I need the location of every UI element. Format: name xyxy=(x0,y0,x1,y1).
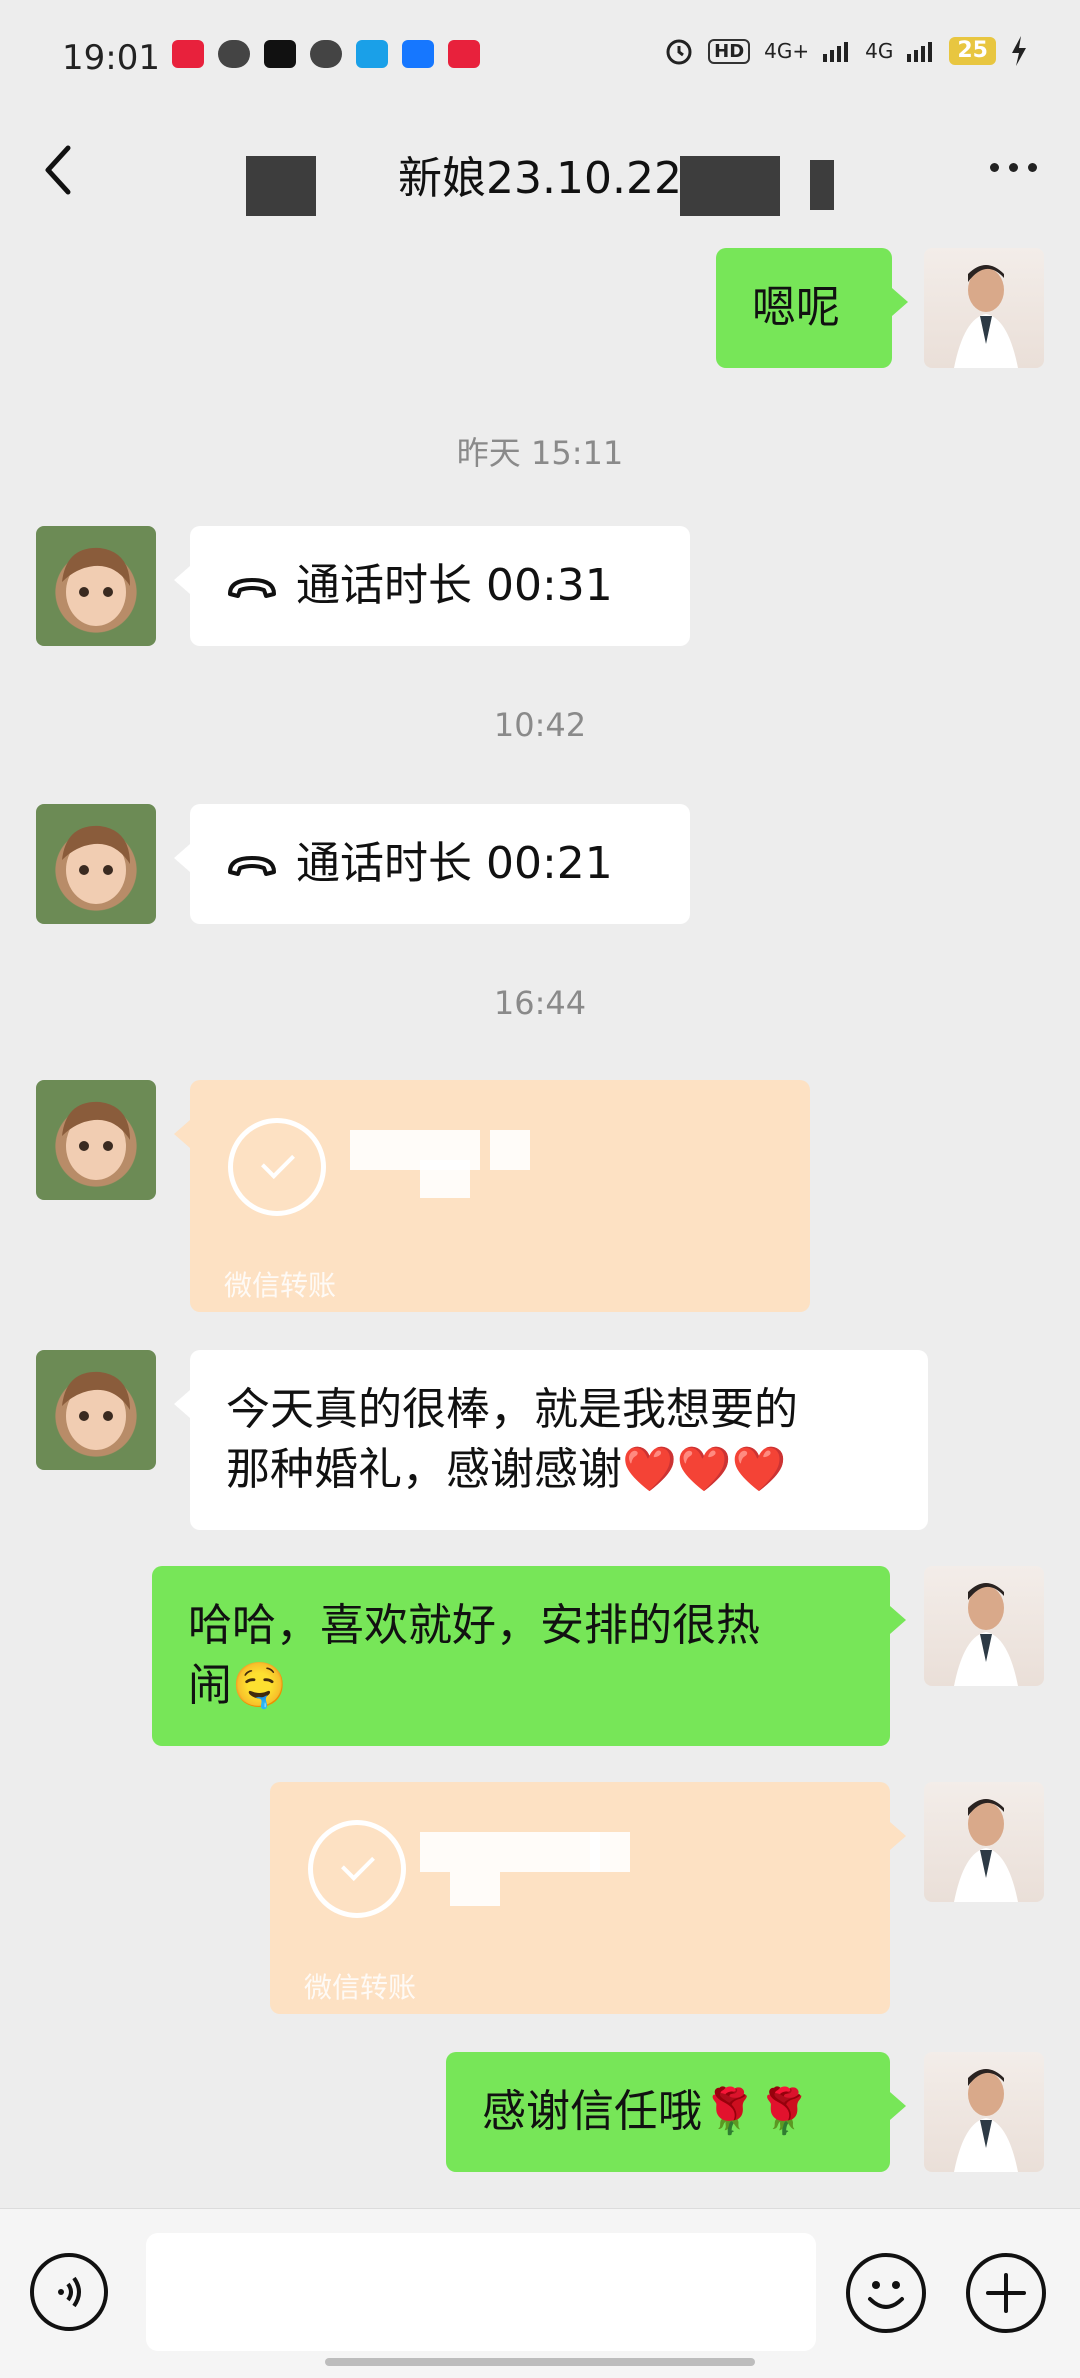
contact-avatar[interactable] xyxy=(36,804,156,924)
home-indicator[interactable] xyxy=(325,2358,755,2366)
redaction-block xyxy=(590,1832,630,1872)
redaction-block xyxy=(490,1130,530,1170)
message-text-line: 闹🤤 xyxy=(188,1660,287,1711)
contact-avatar[interactable] xyxy=(36,526,156,646)
redaction-block xyxy=(680,156,780,216)
transfer-check-icon xyxy=(308,1820,406,1918)
send-icon xyxy=(356,40,388,68)
person-photo-icon xyxy=(954,1799,1018,1902)
transfer-label: 微信转账 xyxy=(224,1269,337,1302)
network-label-1: 4G+ xyxy=(764,39,810,63)
more-icon[interactable] xyxy=(986,152,1040,182)
call-bubble[interactable]: 通话时长 00:31 xyxy=(174,526,690,646)
my-avatar[interactable] xyxy=(924,248,1044,368)
timestamp: 16:44 xyxy=(493,984,587,1022)
transfer-check-icon xyxy=(228,1118,326,1216)
redaction-block xyxy=(420,1832,600,1872)
plus-icon[interactable] xyxy=(966,2253,1046,2333)
chat-header: 新娘23.10.22 xyxy=(0,112,1080,242)
message-text: 嗯呢 xyxy=(752,282,840,333)
input-bar xyxy=(0,2208,1080,2378)
redaction-block xyxy=(420,1160,470,1198)
shopping-icon xyxy=(448,40,480,68)
child-photo-icon xyxy=(62,547,130,626)
notification-icons xyxy=(172,40,480,68)
contact-avatar[interactable] xyxy=(36,1080,156,1200)
phone-hangup-icon xyxy=(228,856,276,876)
person-photo-icon xyxy=(954,265,1018,368)
my-avatar[interactable] xyxy=(924,1782,1044,1902)
alarm-icon xyxy=(666,39,692,65)
hd-badge: HD xyxy=(708,38,751,64)
transfer-label: 微信转账 xyxy=(304,1971,417,2004)
message-text-line: 那种婚礼，感谢感谢❤️❤️❤️ xyxy=(226,1444,787,1495)
emoji-icon[interactable] xyxy=(846,2253,926,2333)
network-label-2: 4G xyxy=(865,39,894,63)
back-arrow-icon[interactable] xyxy=(38,140,78,200)
voice-icon[interactable] xyxy=(30,2253,108,2331)
transfer-card[interactable]: 微信转账 xyxy=(270,1782,906,2014)
child-photo-icon xyxy=(62,825,130,904)
phone-hangup-icon xyxy=(228,578,276,598)
message-text-line: 今天真的很棒，就是我想要的 xyxy=(226,1384,798,1435)
message-bubble[interactable]: 今天真的很棒，就是我想要的 那种婚礼，感谢感谢❤️❤️❤️ xyxy=(174,1350,928,1530)
call-duration-text: 通话时长 00:31 xyxy=(296,560,613,611)
app-notification-icon xyxy=(172,40,204,68)
status-bar: 19:01 HD 4G+ 4G 25 xyxy=(0,0,1080,112)
chat-title-text: 新娘23.10.22 xyxy=(398,153,682,204)
alipay-icon xyxy=(402,40,434,68)
message-bubble[interactable]: 感谢信任哦🌹🌹 xyxy=(446,2052,906,2172)
child-photo-icon xyxy=(62,1371,130,1450)
charging-icon xyxy=(1012,36,1026,66)
signal-icon xyxy=(823,42,849,62)
person-photo-icon xyxy=(954,1583,1018,1686)
wechat-icon xyxy=(218,40,250,68)
message-text: 感谢信任哦🌹🌹 xyxy=(482,2086,812,2137)
signal-icon xyxy=(907,42,933,62)
person-photo-icon xyxy=(954,2069,1018,2172)
my-avatar[interactable] xyxy=(924,2052,1044,2172)
message-bubble[interactable]: 哈哈，喜欢就好，安排的很热 闹🤤 xyxy=(152,1566,906,1746)
transfer-card[interactable]: 微信转账 xyxy=(174,1080,810,1312)
message-text-line: 哈哈，喜欢就好，安排的很热 xyxy=(188,1600,760,1651)
message-bubble[interactable]: 嗯呢 xyxy=(716,248,908,368)
call-duration-text: 通话时长 00:21 xyxy=(296,838,613,889)
redaction-block xyxy=(246,156,316,216)
system-status: HD 4G+ 4G 25 xyxy=(664,36,1028,66)
message-input[interactable] xyxy=(146,2233,816,2351)
battery-level: 25 xyxy=(949,37,996,65)
redaction-block xyxy=(810,160,834,210)
child-photo-icon xyxy=(62,1101,130,1180)
call-bubble[interactable]: 通话时长 00:21 xyxy=(174,804,690,924)
my-avatar[interactable] xyxy=(924,1566,1044,1686)
timestamp: 昨天 15:11 xyxy=(456,434,624,472)
capcut-icon xyxy=(264,40,296,68)
contact-avatar[interactable] xyxy=(36,1350,156,1470)
status-time: 19:01 xyxy=(62,38,160,78)
timestamp: 10:42 xyxy=(493,706,587,744)
message-icon xyxy=(310,40,342,68)
redaction-block xyxy=(450,1872,500,1906)
